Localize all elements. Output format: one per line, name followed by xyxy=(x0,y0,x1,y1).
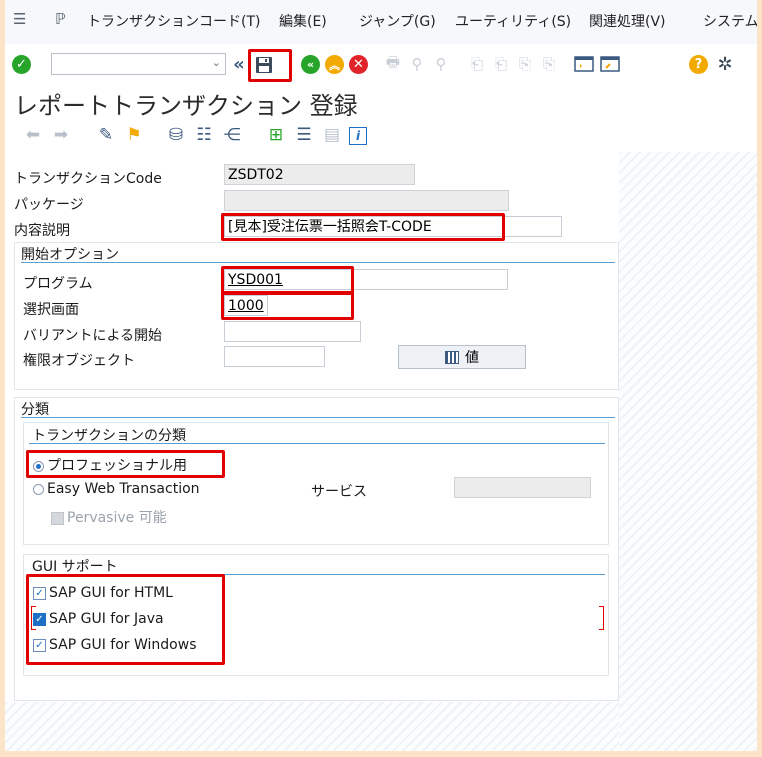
highlight-professional xyxy=(26,450,225,478)
radio-easy-web[interactable]: Easy Web Transaction xyxy=(33,481,200,497)
menu-item-transaction-code[interactable]: トランザクションコード(T) xyxy=(87,11,260,31)
highlight-selection-screen xyxy=(221,292,354,320)
help-icon[interactable]: ? xyxy=(689,55,708,74)
menu-item-edit[interactable]: 編集(E) xyxy=(279,11,327,31)
tree-icon[interactable]: ☰ xyxy=(293,122,315,148)
transaction-class-title: トランザクションの分類 xyxy=(32,428,186,444)
start-options-divider xyxy=(21,262,615,263)
variant-field[interactable] xyxy=(224,321,361,342)
settings-icon[interactable]: ✲ xyxy=(715,53,735,75)
pervasive-checkbox: Pervasive 可能 xyxy=(51,507,167,527)
arrow-left-icon[interactable]: ⬅ xyxy=(22,122,44,148)
info-icon[interactable]: i xyxy=(349,127,367,145)
focus-bracket-left xyxy=(31,606,36,630)
package-field xyxy=(224,190,509,211)
tcode-label: トランザクションCode xyxy=(14,171,162,187)
enter-icon[interactable]: ✓ xyxy=(12,55,31,74)
background-bottom xyxy=(5,702,619,751)
auth-object-field[interactable] xyxy=(224,346,325,367)
pervasive-label: Pervasive 可能 xyxy=(67,510,167,526)
variant-label: バリアントによる開始 xyxy=(23,328,163,344)
back-history-icon[interactable]: « xyxy=(229,53,249,75)
arrow-right-icon[interactable]: ➡ xyxy=(50,122,72,148)
values-button-label: 値 xyxy=(465,350,479,366)
package-label: パッケージ xyxy=(14,197,84,213)
menu-item-jump[interactable]: ジャンプ(G) xyxy=(359,11,436,31)
transaction-class-divider xyxy=(29,443,605,444)
exit-icon[interactable]: ︽ xyxy=(325,55,344,74)
user-menu-icon[interactable]: ℙ xyxy=(55,10,66,28)
shortcut-icon[interactable] xyxy=(599,53,621,75)
layout-icon[interactable]: ▤ xyxy=(321,122,343,148)
prev-page-icon[interactable]: ⎗ xyxy=(491,53,511,75)
highlight-program xyxy=(221,266,354,294)
program-label: プログラム xyxy=(23,276,93,292)
where-used-icon[interactable]: ⛁ xyxy=(165,122,187,148)
hierarchy-icon[interactable]: ⊞ xyxy=(265,122,287,148)
next-page-icon[interactable]: ⎘ xyxy=(515,53,535,75)
selection-screen-label: 選択画面 xyxy=(23,302,79,318)
start-options-title: 開始オプション xyxy=(21,247,119,263)
chevron-down-icon[interactable]: ⌄ xyxy=(212,56,221,69)
focus-bracket-right xyxy=(599,606,604,630)
menu-bar: ☰ ℙ トランザクションコード(T) 編集(E) ジャンプ(G) ユーティリティ… xyxy=(5,0,757,45)
cancel-icon[interactable]: ✕ xyxy=(349,55,368,74)
page-title: レポートトランザクション 登録 xyxy=(14,92,358,120)
radio-easy-web-button[interactable] xyxy=(33,483,44,495)
menu-toggle-icon[interactable]: ☰ xyxy=(13,10,26,28)
classification-divider xyxy=(21,417,615,418)
description-label: 内容説明 xyxy=(14,223,70,239)
background-right xyxy=(619,152,757,751)
object-list-icon[interactable]: ☷ xyxy=(193,122,215,148)
highlight-description xyxy=(221,213,505,241)
values-button[interactable]: 値 xyxy=(398,345,526,369)
radio-easy-web-label: Easy Web Transaction xyxy=(47,481,200,497)
command-field[interactable]: ⌄ xyxy=(51,53,226,75)
menu-item-system[interactable]: システム xyxy=(703,11,757,31)
menu-item-related[interactable]: 関連処理(V) xyxy=(589,11,666,31)
find-icon[interactable]: ⚲ xyxy=(407,53,427,75)
highlight-gui-support xyxy=(26,574,225,665)
table-icon xyxy=(445,350,459,364)
gui-support-title: GUI サポート xyxy=(32,559,118,575)
activate-icon[interactable]: ⚑ xyxy=(123,122,145,148)
classification-title: 分類 xyxy=(21,402,49,418)
tcode-field: ZSDT02 xyxy=(224,164,415,185)
navigation-icon[interactable]: ⋲ xyxy=(221,122,243,148)
pervasive-checkbox-box xyxy=(51,511,64,525)
sap-window: ☰ ℙ トランザクションコード(T) 編集(E) ジャンプ(G) ユーティリティ… xyxy=(5,0,757,751)
display-change-icon[interactable]: ✎ xyxy=(95,122,117,148)
highlight-save xyxy=(248,49,292,82)
service-label: サービス xyxy=(311,484,367,500)
system-toolbar: ✓ ⌄ « « ︽ ✕ 🖶 ⚲ ⚲ ⎗ ⎗ ⎘ ⎘ ? ✲ xyxy=(5,44,757,86)
auth-object-label: 権限オブジェクト xyxy=(23,353,135,369)
last-page-icon[interactable]: ⎘ xyxy=(539,53,559,75)
back-icon[interactable]: « xyxy=(301,55,320,74)
new-session-icon[interactable] xyxy=(573,53,595,75)
menu-item-utility[interactable]: ユーティリティ(S) xyxy=(455,11,571,31)
service-field xyxy=(454,477,591,498)
first-page-icon[interactable]: ⎗ xyxy=(467,53,487,75)
print-icon[interactable]: 🖶 xyxy=(383,53,403,75)
find-next-icon[interactable]: ⚲ xyxy=(431,53,451,75)
